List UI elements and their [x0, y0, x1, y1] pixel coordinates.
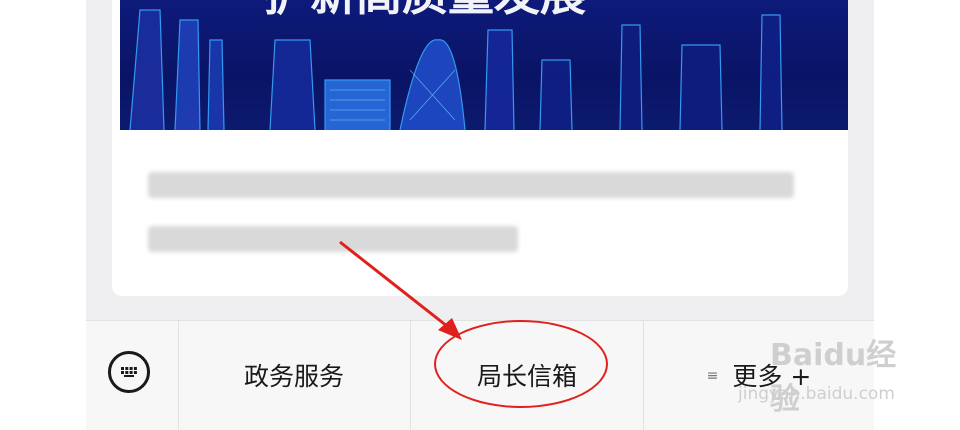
- annotation-circle: [434, 320, 608, 408]
- watermark-url: jingyan.baidu.com: [738, 384, 895, 404]
- watermark-brand: Baidu经验: [770, 338, 897, 417]
- baidu-watermark: Baidu经验 jingyan.baidu.com: [730, 330, 920, 417]
